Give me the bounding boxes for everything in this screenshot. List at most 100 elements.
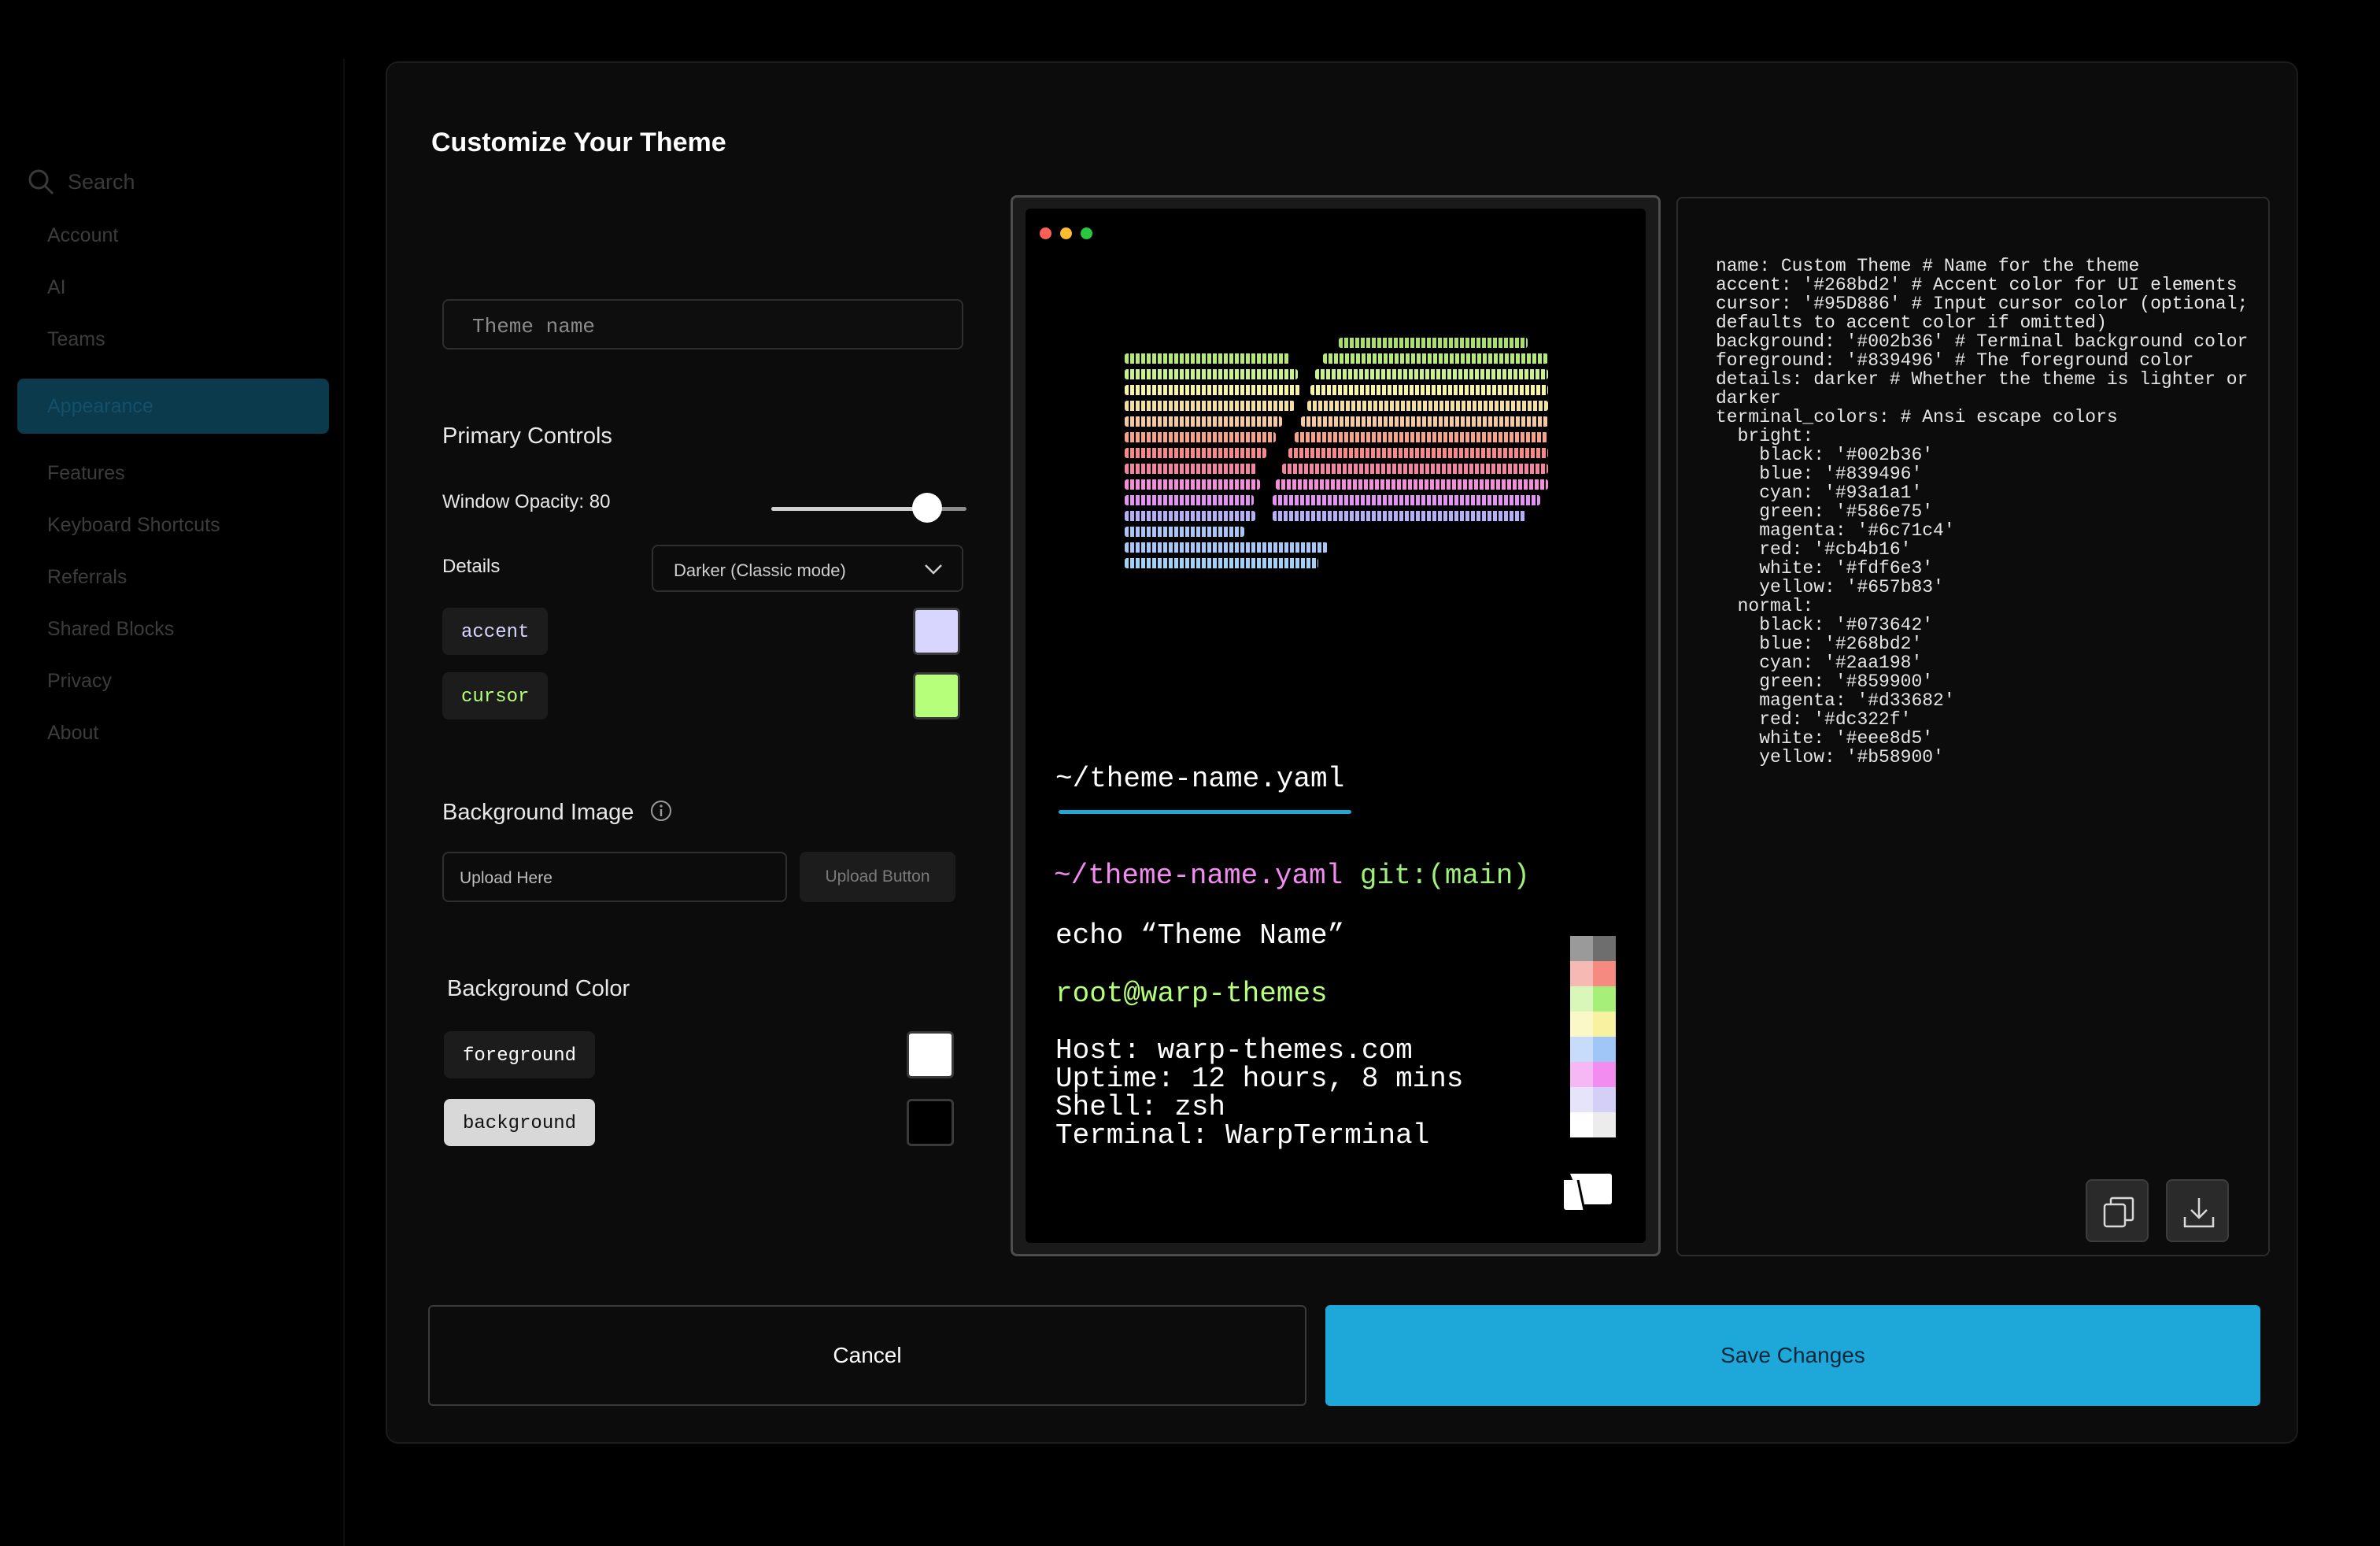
palette-cell xyxy=(1593,1087,1616,1112)
ascii-row xyxy=(1301,416,1548,427)
palette-cell xyxy=(1593,961,1616,986)
sidebar-item-privacy[interactable]: Privacy xyxy=(47,670,112,693)
copy-button[interactable] xyxy=(2086,1179,2149,1242)
ascii-row xyxy=(1125,479,1260,490)
terminal-uptime-line: Uptime: 12 hours, 8 mins xyxy=(1055,1063,1464,1095)
search-icon xyxy=(28,169,54,195)
color-palette xyxy=(1570,936,1616,1137)
sidebar-item-teams[interactable]: Teams xyxy=(47,328,105,351)
theme-yaml-code: name: Custom Theme # Name for the theme … xyxy=(1716,256,2249,767)
ascii-row xyxy=(1339,338,1528,348)
upload-button[interactable]: Upload Button xyxy=(800,852,955,902)
ascii-row xyxy=(1307,401,1548,411)
details-select[interactable]: Darker (Classic mode) xyxy=(652,545,963,592)
sidebar-item-account[interactable]: Account xyxy=(47,224,118,247)
palette-cell xyxy=(1593,1012,1616,1037)
terminal-prompt: ~/theme-name.yaml git:(main) xyxy=(1054,862,1530,890)
background-color-heading: Background Color xyxy=(447,976,630,1001)
ascii-row xyxy=(1295,432,1548,442)
ascii-row xyxy=(1125,527,1244,537)
ascii-row xyxy=(1125,432,1276,442)
terminal-preview: ~/theme-name.yaml ~/theme-name.yaml git:… xyxy=(1011,195,1661,1256)
info-icon[interactable] xyxy=(650,800,672,822)
save-changes-button[interactable]: Save Changes xyxy=(1325,1305,2260,1406)
maximize-dot xyxy=(1081,227,1092,239)
palette-cell xyxy=(1570,936,1593,961)
ascii-row xyxy=(1323,353,1548,364)
close-dot xyxy=(1040,227,1051,239)
background-image-input[interactable]: Upload Here xyxy=(442,852,787,902)
ascii-row xyxy=(1276,479,1548,490)
theme-yaml-panel: name: Custom Theme # Name for the theme … xyxy=(1676,197,2270,1256)
ascii-row xyxy=(1125,495,1254,505)
palette-cell xyxy=(1570,961,1593,986)
sidebar-item-keyboard-shortcuts[interactable]: Keyboard Shortcuts xyxy=(47,514,220,537)
palette-cell xyxy=(1593,1062,1616,1087)
cursor-color-swatch[interactable] xyxy=(913,672,960,719)
theme-name-input[interactable]: Theme name xyxy=(442,299,963,350)
foreground-color-swatch[interactable] xyxy=(907,1031,954,1078)
ascii-row xyxy=(1273,511,1526,521)
slider-fill xyxy=(771,507,928,511)
details-label: Details xyxy=(442,556,501,577)
ascii-row xyxy=(1125,464,1257,474)
ascii-row xyxy=(1125,401,1295,411)
terminal-tab-file[interactable]: ~/theme-name.yaml xyxy=(1055,763,1344,795)
primary-controls-heading: Primary Controls xyxy=(442,423,612,449)
ascii-row xyxy=(1125,448,1266,458)
palette-cell xyxy=(1570,1012,1593,1037)
ascii-row xyxy=(1315,369,1548,379)
sidebar-search[interactable]: Search xyxy=(27,168,135,196)
ascii-row xyxy=(1125,385,1301,395)
details-select-value: Darker (Classic mode) xyxy=(674,560,846,580)
terminal-host-line: Host: warp-themes.com xyxy=(1055,1034,1413,1067)
ascii-row xyxy=(1125,353,1290,364)
ascii-row xyxy=(1125,416,1282,427)
settings-sidebar: Search Account AI Teams Appearance Featu… xyxy=(0,59,345,1546)
prompt-git: git:(main) xyxy=(1359,860,1530,892)
sidebar-item-about[interactable]: About xyxy=(47,722,98,745)
ascii-row xyxy=(1282,464,1548,474)
palette-cell xyxy=(1570,1087,1593,1112)
slider-thumb[interactable] xyxy=(912,493,943,523)
cursor-chip: cursor xyxy=(442,672,549,719)
background-color-swatch[interactable] xyxy=(907,1099,954,1146)
accent-chip: accent xyxy=(442,608,549,655)
terminal-command: echo “Theme Name” xyxy=(1055,919,1345,952)
warp-ascii-logo xyxy=(1125,338,1565,621)
modal-title: Customize Your Theme xyxy=(431,128,726,157)
ascii-row xyxy=(1288,448,1548,458)
terminal-user-host: root@warp-themes xyxy=(1055,978,1328,1010)
ascii-row xyxy=(1310,385,1548,395)
tab-underline xyxy=(1059,810,1351,814)
sidebar-item-referrals[interactable]: Referrals xyxy=(47,566,127,589)
cancel-button[interactable]: Cancel xyxy=(428,1305,1306,1406)
warp-logo-icon xyxy=(1564,1174,1612,1211)
download-button[interactable] xyxy=(2166,1179,2229,1242)
sidebar-item-features[interactable]: Features xyxy=(47,462,125,485)
sidebar-item-ai[interactable]: AI xyxy=(47,276,66,299)
sidebar-item-label: Appearance xyxy=(47,395,153,417)
window-opacity-label: Window Opacity: 80 xyxy=(442,491,611,512)
sidebar-item-shared-blocks[interactable]: Shared Blocks xyxy=(47,618,174,641)
palette-cell xyxy=(1570,986,1593,1012)
background-chip: background xyxy=(444,1099,596,1146)
palette-cell xyxy=(1593,986,1616,1012)
palette-cell xyxy=(1570,1037,1593,1062)
foreground-chip: foreground xyxy=(444,1031,596,1078)
chevron-down-icon xyxy=(925,564,942,575)
palette-cell xyxy=(1570,1112,1593,1137)
terminal-window: ~/theme-name.yaml ~/theme-name.yaml git:… xyxy=(1026,209,1646,1243)
download-icon xyxy=(2183,1198,2215,1228)
prompt-path: ~/theme-name.yaml xyxy=(1054,860,1343,892)
terminal-name-line: Terminal: WarpTerminal xyxy=(1055,1119,1430,1152)
ascii-row xyxy=(1125,558,1318,568)
ascii-row xyxy=(1125,542,1328,553)
sidebar-item-appearance[interactable]: Appearance xyxy=(17,379,329,434)
accent-color-swatch[interactable] xyxy=(913,608,960,655)
ascii-row xyxy=(1125,369,1298,379)
customize-theme-modal: Customize Your Theme Theme name Primary … xyxy=(386,61,2298,1444)
copy-icon xyxy=(2103,1196,2134,1228)
terminal-shell-line: Shell: zsh xyxy=(1055,1091,1226,1123)
palette-cell xyxy=(1570,1062,1593,1087)
